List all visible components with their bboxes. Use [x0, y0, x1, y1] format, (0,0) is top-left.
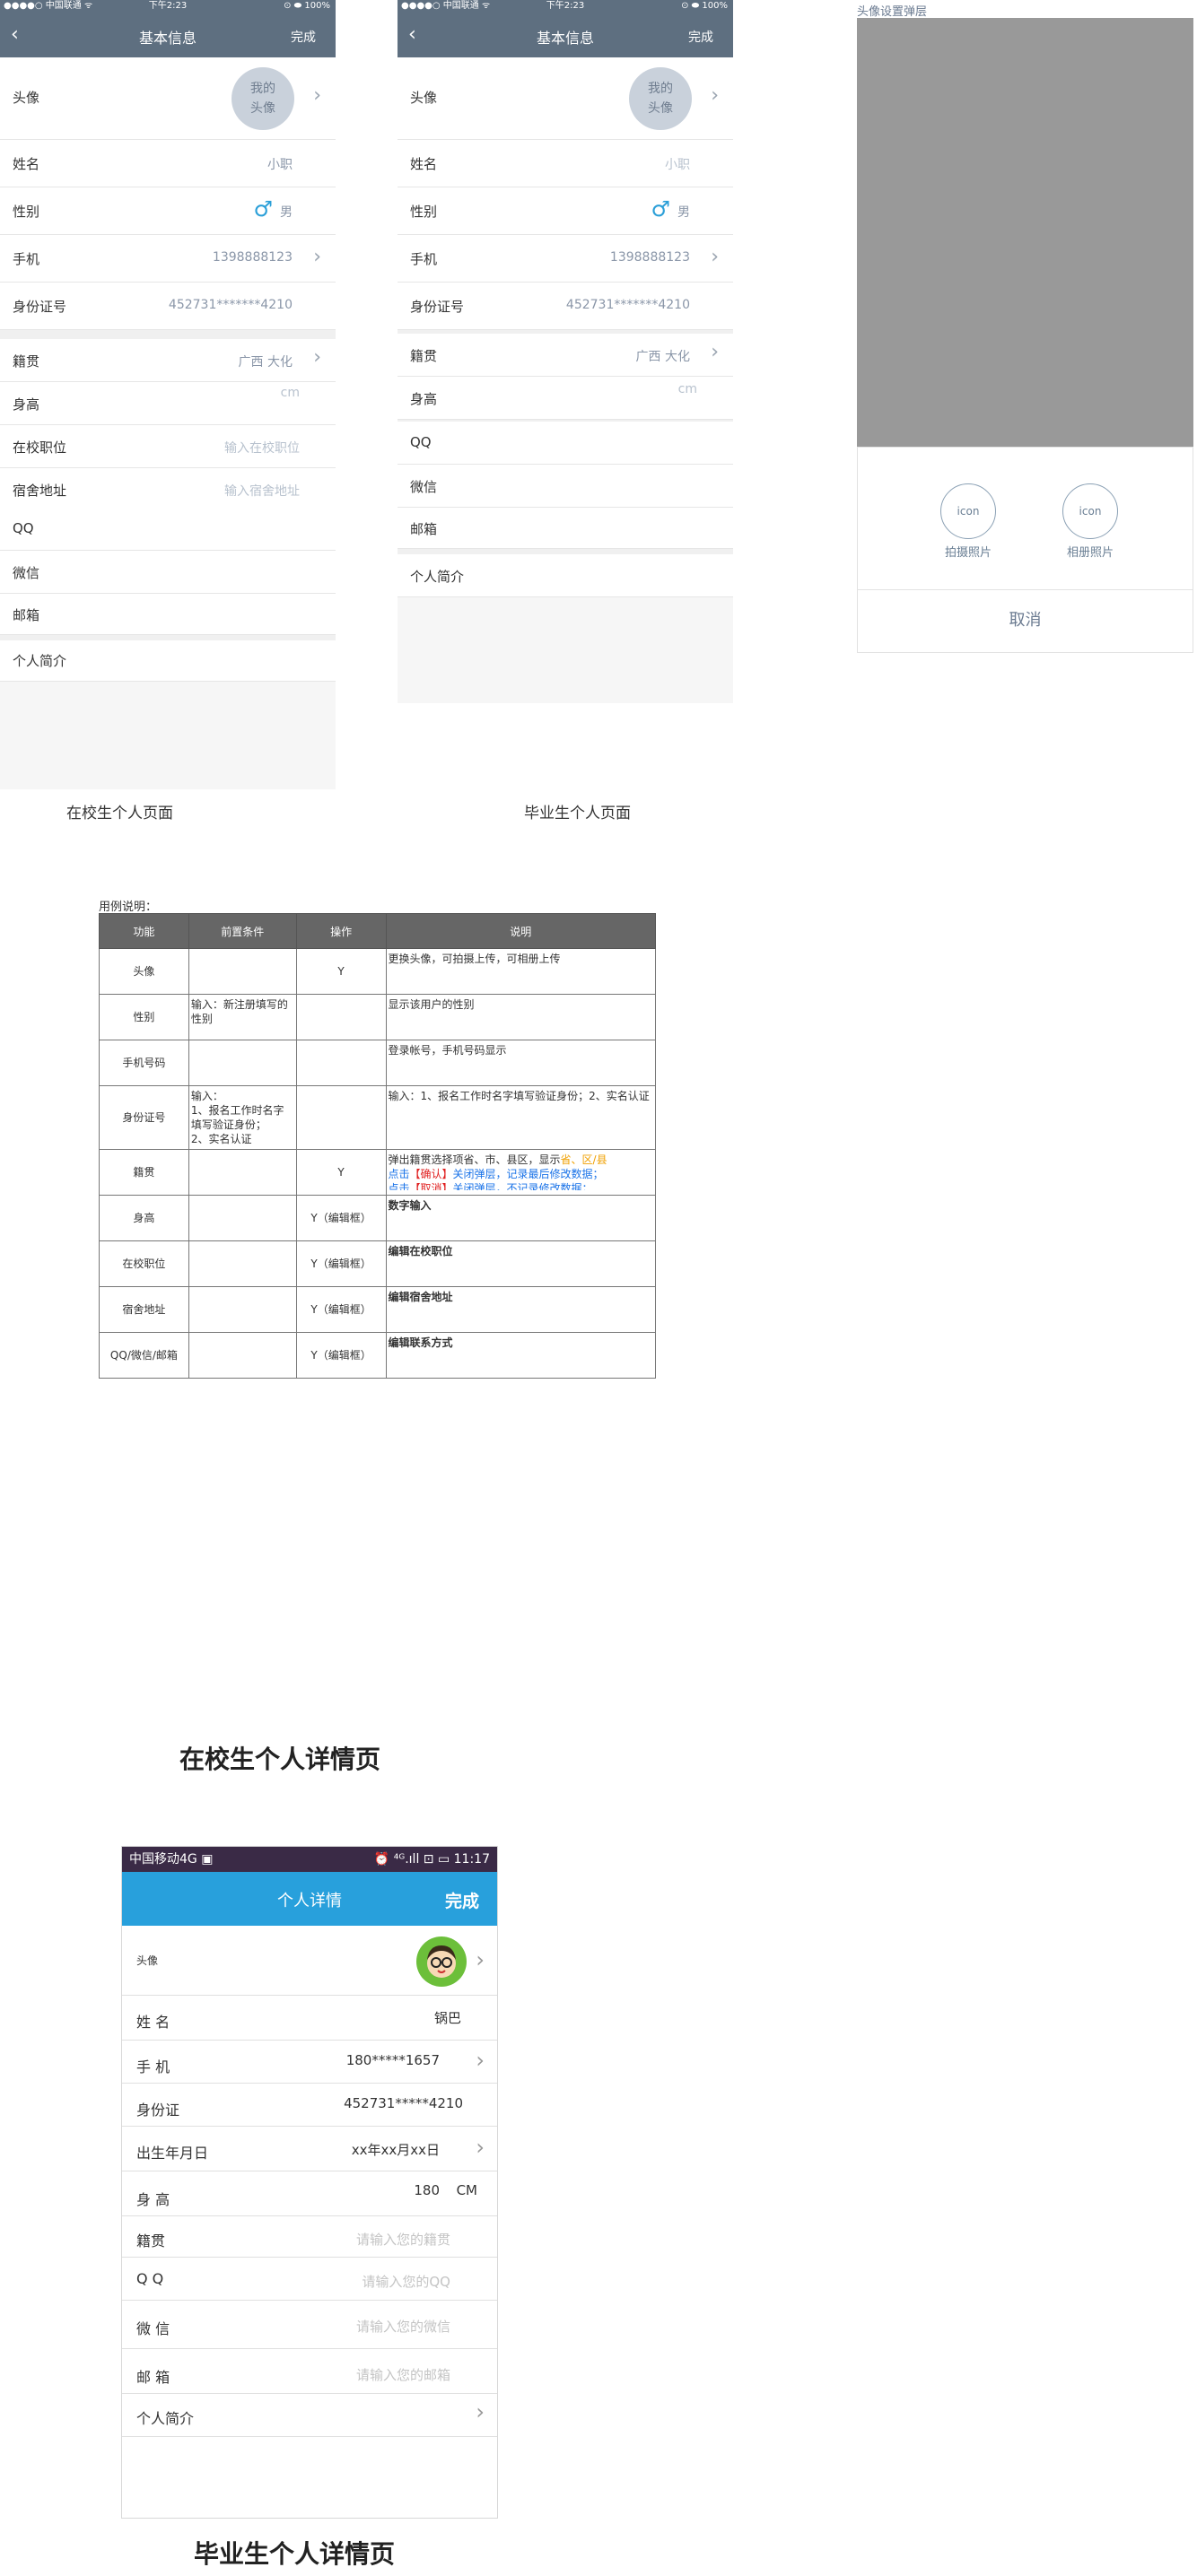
table-row: 籍贯 Y 弹出籍贯选择项省、市、县区，显示省、区/县 点击【确认】关闭弹层，记录…	[99, 1149, 657, 1196]
name-row[interactable]: 姓名 小职	[398, 140, 733, 187]
gender-row: 性别 ♂ 男	[0, 187, 336, 235]
chevron-right-icon: ›	[476, 2048, 485, 2073]
email-row[interactable]: 邮箱	[0, 594, 336, 635]
chevron-right-icon: ›	[476, 1947, 485, 1972]
page-title: 基本信息	[138, 30, 197, 47]
table-row: 身份证号 输入： 1、报名工作时名字填写验证身份； 2、实名认证 输入：1、报名…	[99, 1085, 657, 1150]
avatar-row[interactable]: 头像 ›	[122, 1926, 497, 1996]
avatar[interactable]: 我的 头像	[232, 67, 294, 130]
dorm-input[interactable]: 输入宿舍地址	[224, 482, 300, 500]
male-icon: ♂	[651, 196, 670, 222]
popup-title: 头像设置弹层	[857, 5, 928, 19]
chevron-right-icon: ›	[313, 84, 321, 107]
chevron-right-icon: ›	[711, 246, 719, 268]
popup-mask	[857, 18, 1193, 447]
graduate-phone-mockup: ●●●●○ 中国联通 ᯤ 下午2:23 ⊙ ⬬ 100% ‹ 基本信息 完成 头…	[398, 0, 733, 703]
nav-bar: ‹ 基本信息 完成	[0, 13, 336, 57]
height-row[interactable]: 身高 cm	[398, 377, 733, 420]
bio-row[interactable]: 个人简介 ›	[122, 2394, 497, 2437]
table-row: 手机号码 登录帐号，手机号码显示	[99, 1040, 657, 1086]
birth-row[interactable]: 出生年月日 xx年xx月xx日 ›	[122, 2127, 497, 2171]
position-row[interactable]: 在校职位 输入在校职位	[0, 425, 336, 468]
chevron-right-icon: ›	[476, 2135, 485, 2160]
qq-row[interactable]: Q Q 请输入您的QQ	[122, 2258, 497, 2301]
student-caption: 在校生个人页面	[66, 805, 173, 822]
gender-row: 性别 ♂ 男	[398, 187, 733, 235]
camera-option[interactable]: icon 拍摄照片	[940, 483, 996, 560]
wechat-row[interactable]: 微信	[0, 551, 336, 594]
name-row[interactable]: 姓名 小职	[0, 140, 336, 187]
qq-row[interactable]: QQ	[0, 508, 336, 551]
spec-caption: 用例说明：	[99, 901, 158, 914]
table-row: 头像 Y 更换头像，可拍摄上传，可相册上传	[99, 948, 657, 995]
graduate-caption: 毕业生个人页面	[524, 805, 631, 822]
native-row[interactable]: 籍贯 广西 大化 ›	[398, 334, 733, 377]
done-button[interactable]: 完成	[445, 1888, 479, 1912]
native-row[interactable]: 籍贯 广西 大化 ›	[0, 339, 336, 382]
table-row: 在校职位 Y（编辑框） 编辑在校职位	[99, 1240, 657, 1287]
nav-bar: 个人详情 完成	[122, 1872, 497, 1926]
nav-bar: ‹ 基本信息 完成	[398, 13, 733, 57]
graduate-detail-heading: 毕业生个人详情页	[194, 2539, 396, 2569]
page-title: 个人详情	[277, 1892, 342, 1910]
camera-icon: icon	[940, 483, 996, 539]
dorm-row[interactable]: 宿舍地址 输入宿舍地址	[0, 468, 336, 511]
email-row[interactable]: 邮 箱 请输入您的邮箱	[122, 2349, 497, 2394]
height-input[interactable]: 180	[414, 2182, 440, 2198]
divider	[0, 330, 336, 339]
email-row[interactable]: 邮箱	[398, 508, 733, 549]
wechat-row[interactable]: 微 信 请输入您的微信	[122, 2301, 497, 2349]
status-bar: ●●●●○ 中国联通 ᯤ 下午2:23 ⊙ ⬬ 100%	[398, 0, 733, 13]
wechat-input[interactable]: 请输入您的微信	[356, 2317, 450, 2336]
phone-row[interactable]: 手机 1398888123 ›	[0, 235, 336, 283]
chevron-right-icon: ›	[313, 346, 321, 369]
chevron-right-icon: ›	[711, 341, 719, 363]
cartoon-face-icon	[427, 1945, 456, 1978]
table-row: 宿舍地址 Y（编辑框） 编辑宿舍地址	[99, 1286, 657, 1333]
table-row: QQ/微信/邮箱 Y（编辑框） 编辑联系方式	[99, 1332, 657, 1379]
name-row[interactable]: 姓 名 锅巴	[122, 1996, 497, 2041]
native-row[interactable]: 籍贯 请输入您的籍贯	[122, 2216, 497, 2258]
height-row[interactable]: 身高 cm	[0, 382, 336, 425]
qq-input[interactable]: 请输入您的QQ	[362, 2272, 450, 2291]
student-phone-mockup: ●●●●○ 中国联通 ᯤ 下午2:23 ⊙ ⬬ 100% ‹ 基本信息 完成 头…	[0, 0, 336, 789]
qq-row[interactable]: QQ	[398, 422, 733, 465]
avatar[interactable]	[416, 1936, 467, 1987]
phone-row[interactable]: 手 机 180*****1657 ›	[122, 2041, 497, 2084]
battery-text: ⊙ ⬬ 100%	[284, 1, 330, 11]
id-row: 身份证号 452731*******4210	[0, 283, 336, 330]
email-input[interactable]: 请输入您的邮箱	[356, 2365, 450, 2384]
avatar-row[interactable]: 头像 我的 头像 ›	[398, 57, 733, 140]
cancel-button[interactable]: 取消	[858, 607, 1193, 631]
album-option[interactable]: icon 相册照片	[1062, 483, 1118, 560]
bio-row[interactable]: 个人简介	[0, 640, 336, 682]
chevron-right-icon: ›	[711, 84, 719, 107]
id-row: 身份证号 452731*******4210	[398, 283, 733, 330]
height-row[interactable]: 身 高 180 CM	[122, 2171, 497, 2216]
done-button[interactable]: 完成	[291, 28, 316, 46]
native-input[interactable]: 请输入您的籍贯	[356, 2230, 450, 2249]
popup-sheet: icon 拍摄照片 icon 相册照片 取消	[857, 447, 1193, 653]
phone-row[interactable]: 手机 1398888123 ›	[398, 235, 733, 283]
done-button[interactable]: 完成	[688, 28, 713, 46]
spec-table: 功能 前置条件 操作 说明 头像 Y 更换头像，可拍摄上传，可相册上传 性别 输…	[99, 913, 657, 1379]
table-header-row: 功能 前置条件 操作 说明	[99, 913, 657, 949]
student-detail-heading: 在校生个人详情页	[179, 1745, 381, 1774]
bio-row[interactable]: 个人简介	[398, 554, 733, 597]
table-row: 性别 输入：新注册填写的性别 显示该用户的性别	[99, 994, 657, 1040]
avatar[interactable]: 我的 头像	[629, 67, 692, 130]
id-row: 身份证 452731*****4210	[122, 2084, 497, 2127]
table-row: 身高 Y（编辑框） 数字输入	[99, 1195, 657, 1241]
detail-phone-mockup: 中国移动4G ▣ ⏰ ⁴ᴳ.ıll ⊡ ▭ 11:17 个人详情 完成 头像 ›…	[121, 1846, 498, 2519]
status-bar: ●●●●○ 中国联通 ᯤ 下午2:23 ⊙ ⬬ 100%	[0, 0, 336, 13]
album-icon: icon	[1062, 483, 1118, 539]
chevron-right-icon: ›	[313, 246, 321, 268]
position-input[interactable]: 输入在校职位	[224, 439, 300, 457]
page-title: 基本信息	[536, 30, 594, 47]
avatar-row[interactable]: 头像 我的 头像 ›	[0, 57, 336, 140]
status-bar: 中国移动4G ▣ ⏰ ⁴ᴳ.ıll ⊡ ▭ 11:17	[122, 1847, 497, 1872]
wechat-row[interactable]: 微信	[398, 465, 733, 508]
chevron-right-icon: ›	[476, 2399, 485, 2424]
male-icon: ♂	[253, 196, 273, 222]
